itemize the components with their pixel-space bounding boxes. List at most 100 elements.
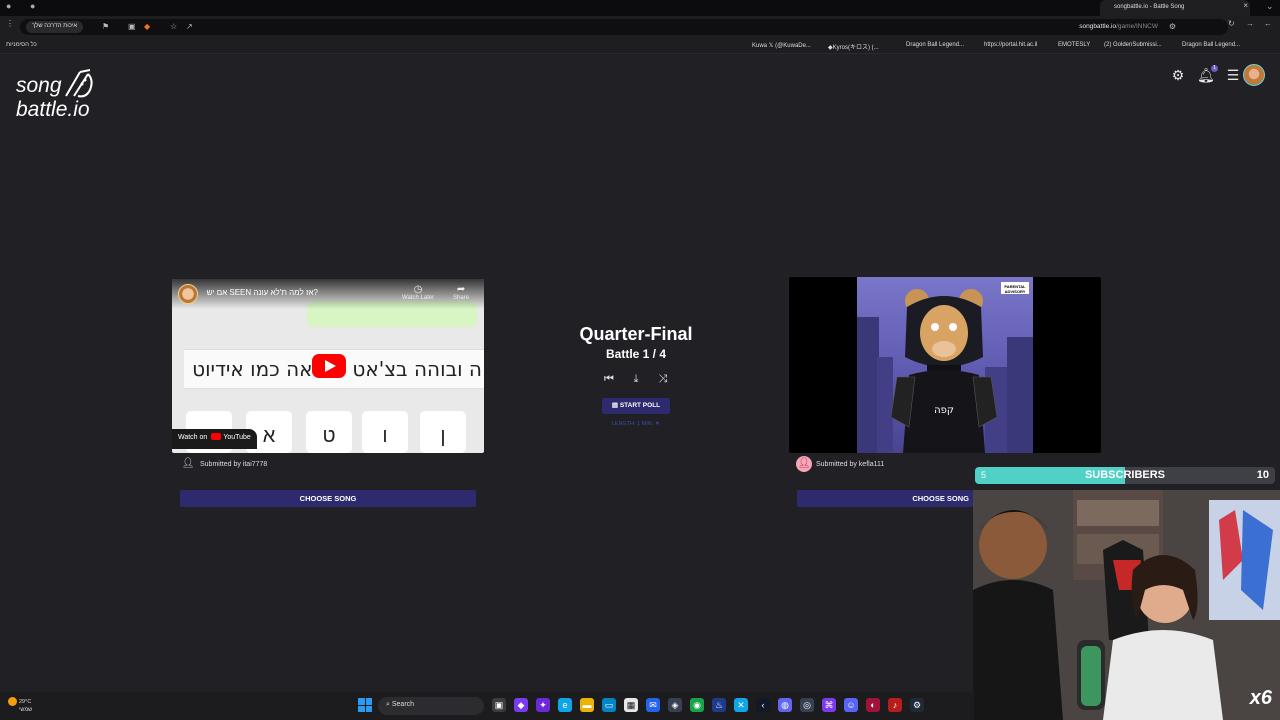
app-icon[interactable]: ♪ bbox=[888, 698, 902, 712]
discord-icon[interactable]: ☺ bbox=[844, 698, 858, 712]
weather-temp: 29°C bbox=[19, 698, 32, 705]
share-button[interactable]: ➦ Share bbox=[453, 284, 469, 301]
previous-battle-icon[interactable]: ⏮ bbox=[602, 372, 616, 386]
subscriber-label: SUBSCRIBERS bbox=[1084, 469, 1166, 481]
youtube-logo-icon bbox=[211, 433, 222, 440]
bookmark-item[interactable]: Kuwa 𝕏 (@KuwaDe... bbox=[752, 42, 811, 49]
mail-icon[interactable]: ✉ bbox=[646, 698, 660, 712]
bookmark-item[interactable]: ◆Kyros(キロス) (... bbox=[828, 42, 879, 51]
taskbar-search[interactable]: ⌕ Search bbox=[378, 697, 484, 715]
songbattle-logo[interactable]: song battle.io bbox=[16, 66, 108, 126]
choose-right-song-button[interactable]: CHOOSE SONG bbox=[797, 490, 973, 507]
watch-later-label: Watch Later bbox=[402, 295, 435, 301]
app-icon[interactable]: ▦ bbox=[624, 698, 638, 712]
left-submitter-label: Submitted by itai7778 bbox=[200, 460, 268, 468]
address-bar[interactable]: איכות הדרכה שלך ⚑ ▣ ◆ ☆ ↗ songbattle.io/… bbox=[20, 19, 1228, 35]
forward-icon[interactable]: → bbox=[1246, 19, 1254, 28]
start-poll-button[interactable]: ▤ START POLL bbox=[602, 398, 670, 414]
start-poll-label: START POLL bbox=[619, 402, 661, 409]
tab-list-chevron-icon[interactable]: ⌄ bbox=[1266, 1, 1274, 12]
window-minimize-icon[interactable]: ● bbox=[30, 1, 35, 11]
weather-widget[interactable]: 29°C שמשי bbox=[8, 697, 32, 714]
steam-icon[interactable]: ♨ bbox=[712, 698, 726, 712]
bookmark-item[interactable]: Dragon Ball Legend... bbox=[906, 42, 964, 48]
watch-on-label: Watch on bbox=[178, 434, 208, 441]
extension-icon[interactable]: ⚑ bbox=[102, 22, 109, 31]
shopping-icon[interactable]: ◆ bbox=[144, 22, 150, 31]
youtube-wordmark: YouTube bbox=[223, 434, 251, 441]
app-icon[interactable]: ◈ bbox=[668, 698, 682, 712]
shuffle-icon[interactable]: ⤨ bbox=[656, 372, 670, 386]
browser-tab-active[interactable]: songbattle.io - Battle Song × bbox=[1100, 0, 1250, 16]
bookmark-item[interactable]: EMOTESLY bbox=[1058, 42, 1090, 48]
keyboard-key: ט bbox=[306, 411, 352, 453]
poll-length-select[interactable]: LENGTH: 1 MIN. ▼ bbox=[576, 421, 696, 427]
puzzle-icon[interactable]: ▣ bbox=[128, 22, 136, 31]
chrome-browser-icon[interactable]: ◉ bbox=[690, 698, 704, 712]
app-icon[interactable]: ◐ bbox=[866, 698, 880, 712]
obs-icon[interactable]: ◎ bbox=[800, 698, 814, 712]
profile-pill[interactable]: איכות הדרכה שלך bbox=[26, 21, 84, 33]
parental-advisory-label: PARENTAL ADVISORY bbox=[1001, 282, 1029, 294]
left-submitter: 👤︎ Submitted by itai7778 bbox=[180, 456, 268, 474]
album-cover-art: קפה PARENTAL ADVISORY bbox=[857, 277, 1033, 453]
multiplier-label: x6 bbox=[1249, 687, 1272, 709]
left-video-embed[interactable]: אם יש SEEN אז למה ת'לא עונה? ◷ Watch Late… bbox=[172, 279, 484, 453]
settings-gear-icon[interactable]: ⚙ bbox=[1170, 67, 1186, 83]
watch-later-button[interactable]: ◷ Watch Later bbox=[402, 284, 434, 301]
clock-icon: ◷ bbox=[413, 284, 423, 295]
saxophone-icon bbox=[65, 69, 93, 98]
user-icon: 👤︎ bbox=[796, 456, 812, 472]
back-icon[interactable]: ← bbox=[1264, 19, 1272, 28]
browser-toolbar: ⋮ איכות הדרכה שלך ⚑ ▣ ◆ ☆ ↗ songbattle.i… bbox=[0, 16, 1280, 38]
task-view-icon[interactable]: ▣ bbox=[492, 698, 506, 712]
logo-text-song: song bbox=[16, 74, 62, 97]
bookmark-item[interactable]: Dragon Ball Legend... bbox=[1182, 42, 1240, 48]
share-arrow-icon: ➦ bbox=[456, 284, 466, 295]
hamburger-menu-icon[interactable]: ☰ bbox=[1225, 67, 1241, 83]
right-video-embed[interactable]: קפה PARENTAL ADVISORY bbox=[789, 277, 1101, 453]
round-title: Quarter-Final bbox=[579, 324, 693, 344]
youtube-play-button[interactable] bbox=[312, 354, 346, 378]
subscriber-goal-bar: 5 SUBSCRIBERS 10 bbox=[975, 467, 1275, 484]
menu-dots-icon[interactable]: ⋮ bbox=[6, 19, 14, 28]
app-icon[interactable]: ▭ bbox=[602, 698, 616, 712]
tab-title: songbattle.io - Battle Song bbox=[1114, 4, 1185, 10]
battle-counter: Battle 1 / 4 bbox=[605, 347, 667, 361]
user-avatar[interactable] bbox=[1243, 64, 1265, 86]
app-icon[interactable]: ◆ bbox=[514, 698, 528, 712]
url-text[interactable]: songbattle.io/game/INNCW bbox=[1079, 23, 1158, 30]
sun-icon bbox=[8, 697, 17, 706]
tab-close-icon[interactable]: × bbox=[1243, 1, 1248, 10]
app-icon[interactable]: ✕ bbox=[734, 698, 748, 712]
visual-studio-icon[interactable]: ⌘ bbox=[822, 698, 836, 712]
download-icon[interactable]: ⤓ bbox=[629, 372, 643, 386]
webcam-feed-image bbox=[973, 490, 1280, 720]
reload-icon[interactable]: ↻ bbox=[1228, 19, 1235, 28]
edge-browser-icon[interactable]: e bbox=[558, 698, 572, 712]
bookmark-item[interactable]: https://portal.hit.ac.il bbox=[984, 42, 1037, 48]
windows-taskbar: 29°C שמשי ⌕ Search ▣ ◆ ✦ e ▬ ▭ ▦ ✉ ◈ ◉ ♨… bbox=[0, 692, 974, 720]
keyboard-key: ן bbox=[420, 411, 466, 453]
site-settings-icon[interactable]: ⚙ bbox=[1169, 22, 1176, 31]
app-icon[interactable]: ◍ bbox=[778, 698, 792, 712]
windows-start-icon[interactable] bbox=[358, 698, 372, 712]
channel-avatar[interactable] bbox=[178, 284, 198, 304]
right-submitter: 👤︎ Submitted by kefla111 bbox=[796, 456, 884, 474]
watch-on-youtube-link[interactable]: Watch on YouTube bbox=[172, 429, 257, 449]
share-icon[interactable]: ↗ bbox=[186, 22, 193, 31]
settings-icon[interactable]: ⚙ bbox=[910, 698, 924, 712]
cartoon-character-illustration: קפה bbox=[857, 289, 1033, 453]
weather-condition: שמשי bbox=[19, 707, 33, 713]
app-icon[interactable]: ✦ bbox=[536, 698, 550, 712]
window-close-icon[interactable]: ● bbox=[6, 1, 11, 11]
bookmark-item[interactable]: (2) GoldenSubmissi... bbox=[1104, 42, 1162, 48]
video-title[interactable]: אם יש SEEN אז למה ת'לא עונה? bbox=[207, 288, 318, 297]
app-icon[interactable]: ‹ bbox=[756, 698, 770, 712]
all-bookmarks[interactable]: כל הסימניות bbox=[6, 42, 37, 48]
file-explorer-icon[interactable]: ▬ bbox=[580, 698, 594, 712]
user-icon: 👤︎ bbox=[181, 458, 195, 469]
search-label: Search bbox=[391, 701, 415, 708]
bookmark-star-icon[interactable]: ☆ bbox=[170, 22, 177, 31]
choose-left-song-button[interactable]: CHOOSE SONG bbox=[180, 490, 476, 507]
